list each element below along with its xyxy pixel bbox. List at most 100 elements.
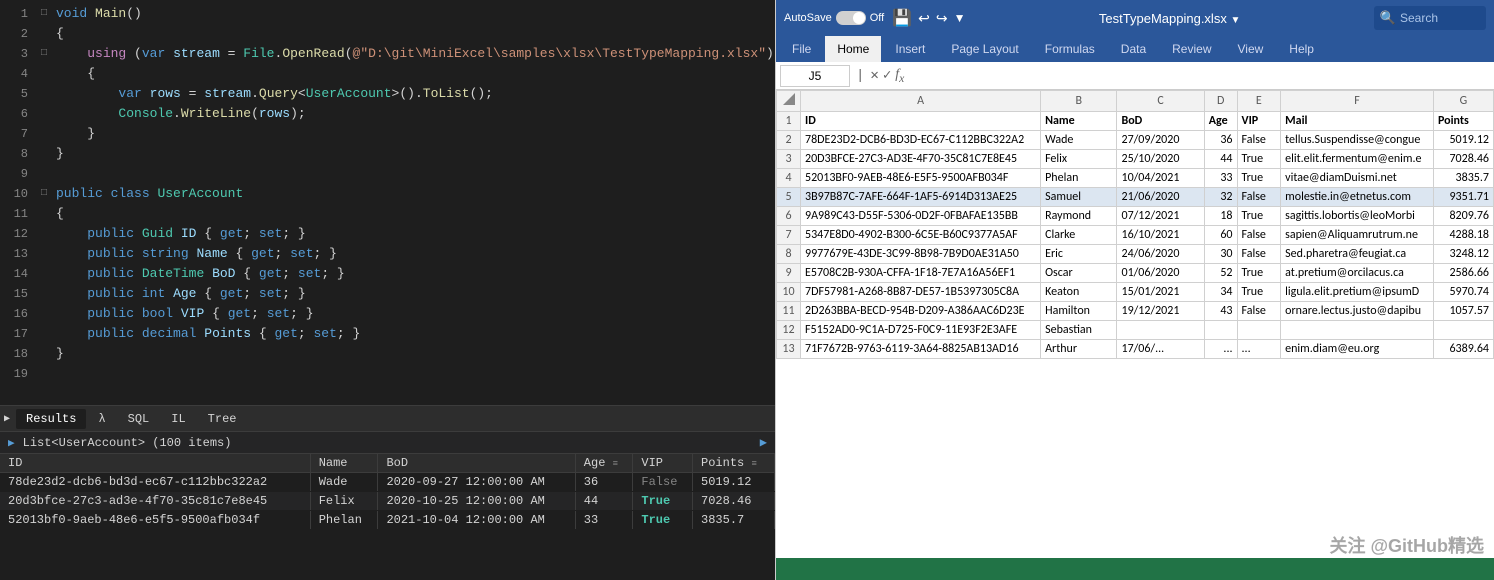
tab-page-layout[interactable]: Page Layout <box>939 36 1030 62</box>
cell-f11[interactable]: ornare.lectus.justo@dapibu <box>1281 302 1434 321</box>
tab-review[interactable]: Review <box>1160 36 1223 62</box>
cell-c6[interactable]: 07/12/2021 <box>1117 207 1204 226</box>
table-row[interactable]: 78de23d2-dcb6-bd3d-ec67-c112bbc322a2 Wad… <box>0 473 775 492</box>
cell-d5[interactable]: 32 <box>1204 188 1237 207</box>
cell-b3[interactable]: Felix <box>1041 150 1117 169</box>
tab-insert[interactable]: Insert <box>883 36 937 62</box>
col-header-c[interactable]: C <box>1117 91 1204 112</box>
cell-f1[interactable]: Mail <box>1281 112 1434 131</box>
cell-a11[interactable]: 2D263BBA-BECD-954B-D209-A386AAC6D23E <box>801 302 1041 321</box>
search-input[interactable] <box>1400 11 1480 25</box>
tab-file[interactable]: File <box>780 36 823 62</box>
cell-a1[interactable]: ID <box>801 112 1041 131</box>
cell-d1[interactable]: Age <box>1204 112 1237 131</box>
cell-g5[interactable]: 9351.71 <box>1433 188 1493 207</box>
col-header-g[interactable]: G <box>1433 91 1493 112</box>
cell-d4[interactable]: 33 <box>1204 169 1237 188</box>
cell-f9[interactable]: at.pretium@orcilacus.ca <box>1281 264 1434 283</box>
insert-function-icon[interactable]: fx <box>895 67 904 85</box>
cell-d7[interactable]: 60 <box>1204 226 1237 245</box>
cell-d9[interactable]: 52 <box>1204 264 1237 283</box>
cell-b12[interactable]: Sebastian <box>1041 321 1117 340</box>
cell-a5[interactable]: 3B97B87C-7AFE-664F-1AF5-6914D313AE25 <box>801 188 1041 207</box>
col-header-a[interactable]: A <box>801 91 1041 112</box>
cell-a7[interactable]: 5347E8D0-4902-B300-6C5E-B60C9377A5AF <box>801 226 1041 245</box>
cell-g3[interactable]: 7028.46 <box>1433 150 1493 169</box>
cell-f3[interactable]: elit.elit.fermentum@enim.e <box>1281 150 1434 169</box>
search-box[interactable]: 🔍 <box>1374 6 1486 30</box>
cell-b7[interactable]: Clarke <box>1041 226 1117 245</box>
cell-a2[interactable]: 78DE23D2-DCB6-BD3D-EC67-C112BBC322A2 <box>801 131 1041 150</box>
cell-g11[interactable]: 1057.57 <box>1433 302 1493 321</box>
cell-g9[interactable]: 2586.66 <box>1433 264 1493 283</box>
cell-e1[interactable]: VIP <box>1237 112 1281 131</box>
cell-d12[interactable] <box>1204 321 1237 340</box>
col-header-d[interactable]: D <box>1204 91 1237 112</box>
cell-a4[interactable]: 52013BF0-9AEB-48E6-E5F5-9500AFB034F <box>801 169 1041 188</box>
cell-c12[interactable] <box>1117 321 1204 340</box>
cell-f2[interactable]: tellus.Suspendisse@congue <box>1281 131 1434 150</box>
cell-reference-input[interactable] <box>780 65 850 87</box>
cell-d8[interactable]: 30 <box>1204 245 1237 264</box>
tab-lambda[interactable]: λ <box>88 409 115 429</box>
cell-c8[interactable]: 24/06/2020 <box>1117 245 1204 264</box>
cell-g8[interactable]: 3248.12 <box>1433 245 1493 264</box>
tab-help[interactable]: Help <box>1277 36 1326 62</box>
cell-f13[interactable]: enim.diam@eu.org <box>1281 340 1434 359</box>
cell-g4[interactable]: 3835.7 <box>1433 169 1493 188</box>
cell-d6[interactable]: 18 <box>1204 207 1237 226</box>
cell-f8[interactable]: Sed.pharetra@feugiat.ca <box>1281 245 1434 264</box>
cell-d13[interactable]: ... <box>1204 340 1237 359</box>
autosave-toggle[interactable] <box>836 11 866 25</box>
cell-g6[interactable]: 8209.76 <box>1433 207 1493 226</box>
cell-e4[interactable]: True <box>1237 169 1281 188</box>
cell-g7[interactable]: 4288.18 <box>1433 226 1493 245</box>
cell-a12[interactable]: F5152AD0-9C1A-D725-F0C9-11E93F2E3AFE <box>801 321 1041 340</box>
cell-f6[interactable]: sagittis.lobortis@leoMorbi <box>1281 207 1434 226</box>
cancel-formula-icon[interactable]: ✕ <box>870 67 878 85</box>
cell-b13[interactable]: Arthur <box>1041 340 1117 359</box>
tab-sql[interactable]: SQL <box>118 409 160 429</box>
table-row[interactable]: 20d3bfce-27c3-ad3e-4f70-35c81c7e8e45 Fel… <box>0 492 775 511</box>
cell-b10[interactable]: Keaton <box>1041 283 1117 302</box>
cell-c10[interactable]: 15/01/2021 <box>1117 283 1204 302</box>
customize-icon[interactable]: ▼ <box>954 11 966 25</box>
cell-b11[interactable]: Hamilton <box>1041 302 1117 321</box>
cell-c4[interactable]: 10/04/2021 <box>1117 169 1204 188</box>
cell-c2[interactable]: 27/09/2020 <box>1117 131 1204 150</box>
cell-g2[interactable]: 5019.12 <box>1433 131 1493 150</box>
cell-a13[interactable]: 71F7672B-9763-6119-3A64-8825AB13AD16 <box>801 340 1041 359</box>
dropdown-icon[interactable]: ▼ <box>1230 15 1240 26</box>
formula-input[interactable] <box>908 65 1490 87</box>
cell-g10[interactable]: 5970.74 <box>1433 283 1493 302</box>
table-row[interactable]: 52013bf0-9aeb-48e6-e5f5-9500afb034f Phel… <box>0 511 775 530</box>
cell-d11[interactable]: 43 <box>1204 302 1237 321</box>
cell-c1[interactable]: BoD <box>1117 112 1204 131</box>
cell-b9[interactable]: Oscar <box>1041 264 1117 283</box>
cell-f5[interactable]: molestie.in@etnetus.com <box>1281 188 1434 207</box>
tab-results[interactable]: Results <box>16 409 86 429</box>
cell-d3[interactable]: 44 <box>1204 150 1237 169</box>
cell-e6[interactable]: True <box>1237 207 1281 226</box>
cell-f7[interactable]: sapien@Aliquamrutrum.ne <box>1281 226 1434 245</box>
cell-f4[interactable]: vitae@diamDuismi.net <box>1281 169 1434 188</box>
redo-icon[interactable]: ↪ <box>936 10 948 27</box>
cell-f12[interactable] <box>1281 321 1434 340</box>
cell-c13[interactable]: 17/06/... <box>1117 340 1204 359</box>
cell-e5[interactable]: False <box>1237 188 1281 207</box>
cell-a9[interactable]: E5708C2B-930A-CFFA-1F18-7E7A16A56EF1 <box>801 264 1041 283</box>
cell-c5[interactable]: 21/06/2020 <box>1117 188 1204 207</box>
cell-d2[interactable]: 36 <box>1204 131 1237 150</box>
confirm-formula-icon[interactable]: ✓ <box>883 67 891 85</box>
tab-view[interactable]: View <box>1226 36 1276 62</box>
undo-icon[interactable]: ↩ <box>918 10 930 27</box>
cell-e12[interactable] <box>1237 321 1281 340</box>
cell-e13[interactable]: ... <box>1237 340 1281 359</box>
cell-a6[interactable]: 9A989C43-D55F-5306-0D2F-0FBAFAE135BB <box>801 207 1041 226</box>
cell-c7[interactable]: 16/10/2021 <box>1117 226 1204 245</box>
col-header-f[interactable]: F <box>1281 91 1434 112</box>
save-icon[interactable]: 💾 <box>892 8 912 28</box>
cell-e7[interactable]: False <box>1237 226 1281 245</box>
cell-b1[interactable]: Name <box>1041 112 1117 131</box>
cell-c9[interactable]: 01/06/2020 <box>1117 264 1204 283</box>
